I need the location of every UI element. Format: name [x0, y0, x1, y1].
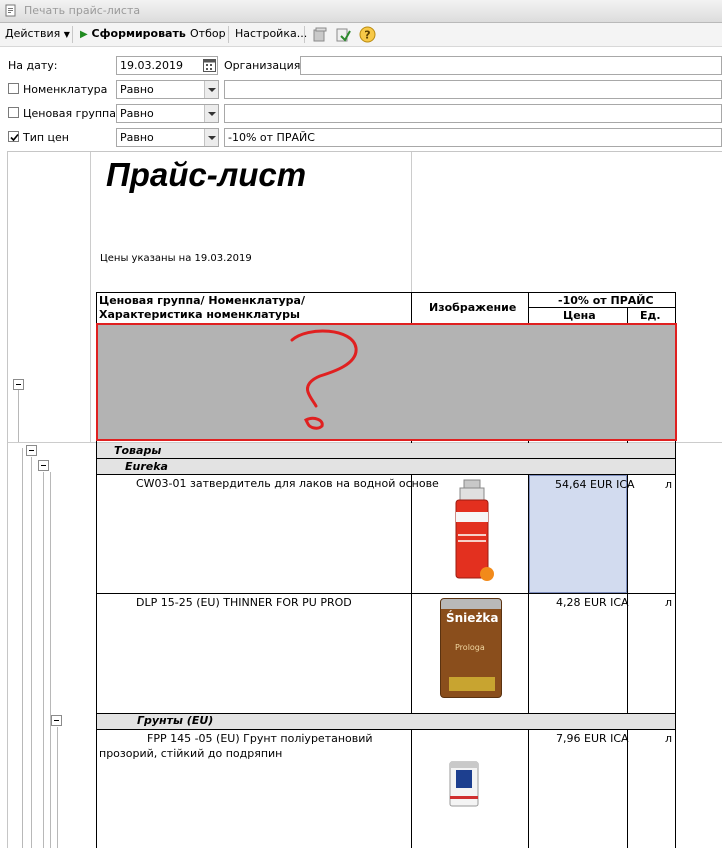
nomenclature-value-field[interactable]	[224, 80, 722, 99]
chevron-down-icon[interactable]	[204, 105, 218, 122]
outline-line	[18, 388, 19, 442]
can-brand-text: Śnieżka	[446, 611, 499, 625]
print-document-icon	[5, 4, 16, 17]
column-header-image: Изображение	[429, 301, 517, 314]
price-group-label: Ценовая группа	[23, 107, 116, 120]
price-group-checkbox[interactable]	[8, 107, 19, 118]
help-icon[interactable]: ?	[359, 26, 376, 43]
chevron-down-icon[interactable]	[204, 81, 218, 98]
nomenclature-label: Номенклатура	[23, 83, 108, 96]
menu-arrow-icon: ▼	[63, 30, 70, 39]
outline-line	[57, 727, 58, 848]
window-title: Печать прайс-листа	[24, 4, 141, 17]
price-type-condition-value: Равно	[120, 131, 154, 144]
grid-line	[411, 152, 412, 292]
column-header-price: Цена	[563, 309, 596, 322]
report-subtitle: Цены указаны на 19.03.2019	[100, 253, 252, 264]
filter-button[interactable]: Отбор	[190, 27, 226, 40]
grid-line	[90, 152, 91, 442]
table-border	[96, 292, 676, 293]
outline-line	[43, 472, 44, 848]
window-title-bar: Печать прайс-листа	[0, 0, 722, 23]
generate-label: Сформировать	[91, 27, 186, 40]
actions-label: Действия	[5, 27, 61, 40]
play-icon: ▶	[80, 29, 88, 40]
group-label-primers: Грунты (EU)	[137, 714, 214, 727]
item-unit: л	[665, 478, 673, 491]
outline-line	[22, 448, 23, 848]
settings-button[interactable]: Настройка...	[235, 27, 307, 40]
can-label-band	[449, 677, 495, 691]
outline-line	[31, 457, 32, 848]
column-header-unit: Ед.	[640, 309, 661, 322]
outline-line	[50, 472, 51, 848]
restore-settings-icon[interactable]	[335, 27, 351, 43]
organization-field[interactable]	[300, 56, 722, 75]
can-lid	[441, 599, 501, 609]
price-type-value-field[interactable]: -10% от ПРАЙС	[224, 128, 722, 147]
actions-menu-button[interactable]: Действия ▼	[5, 27, 70, 40]
product-image-thinner-can: Śnieżka Prologa	[440, 598, 502, 698]
collapse-icon[interactable]	[13, 379, 24, 390]
product-image-hardener-can	[455, 479, 494, 581]
collapse-icon[interactable]	[26, 445, 37, 456]
nomenclature-condition-select[interactable]: Равно	[116, 80, 219, 99]
chevron-down-icon[interactable]	[204, 129, 218, 146]
can-sub-text: Prologa	[455, 643, 485, 652]
item-name: DLP 15-25 (EU) THINNER FOR PU PROD	[136, 596, 352, 609]
question-mark-scribble-icon	[290, 329, 358, 430]
price-type-value: -10% от ПРАЙС	[228, 131, 315, 144]
price-type-checkbox[interactable]	[8, 131, 19, 142]
collapse-icon[interactable]	[51, 715, 62, 726]
group-row-goods	[97, 443, 675, 459]
selected-price-cell[interactable]	[529, 475, 627, 593]
report-title: Прайс-лист	[106, 156, 307, 193]
organization-label: Организация:	[224, 59, 305, 72]
group-row-eureka	[97, 459, 675, 474]
group-label-goods: Товары	[114, 444, 162, 457]
table-border	[96, 729, 676, 730]
svg-text:?: ?	[364, 29, 370, 42]
collapse-icon[interactable]	[38, 460, 49, 471]
toolbar-separator	[304, 26, 305, 43]
column-header-price-type: -10% от ПРАЙС	[558, 294, 654, 307]
red-highlight-frame	[96, 323, 677, 441]
price-group-condition-value: Равно	[120, 107, 154, 120]
product-image-primer-can	[449, 761, 479, 807]
item-unit: л	[665, 732, 673, 745]
toolbar-separator	[228, 26, 229, 43]
column-header-name: Ценовая группа/ Номенклатура/ Характерис…	[99, 294, 305, 321]
price-group-value-field[interactable]	[224, 104, 722, 123]
toolbar-separator	[72, 26, 73, 43]
item-price: 54,64 EUR ICA	[555, 478, 635, 491]
price-group-condition-select[interactable]: Равно	[116, 104, 219, 123]
item-unit: л	[665, 596, 673, 609]
nomenclature-condition-value: Равно	[120, 83, 154, 96]
report-spreadsheet[interactable]: Прайс-лист Цены указаны на 19.03.2019 Це…	[7, 151, 722, 848]
generate-button[interactable]: ▶ Сформировать	[80, 27, 186, 40]
save-settings-icon[interactable]	[312, 27, 328, 43]
price-type-label: Тип цен	[23, 131, 70, 144]
item-price: 4,28 EUR ICA	[556, 596, 629, 609]
toolbar: Действия ▼ ▶ Сформировать Отбор Настройк…	[0, 23, 722, 47]
item-price: 7,96 EUR ICA	[556, 732, 629, 745]
date-label: На дату:	[8, 59, 58, 72]
table-border	[96, 593, 676, 594]
item-name: FPP 145 -05 (EU) Грунт поліуретановий пр…	[99, 732, 373, 760]
table-border	[528, 307, 676, 308]
calendar-icon[interactable]	[203, 58, 216, 72]
date-value: 19.03.2019	[120, 59, 183, 72]
group-label-eureka: Eureka	[125, 460, 168, 473]
item-name: CW03-01 затвердитель для лаков на водной…	[136, 477, 439, 490]
price-type-condition-select[interactable]: Равно	[116, 128, 219, 147]
checkmark-icon	[10, 133, 19, 142]
nomenclature-checkbox[interactable]	[8, 83, 19, 94]
